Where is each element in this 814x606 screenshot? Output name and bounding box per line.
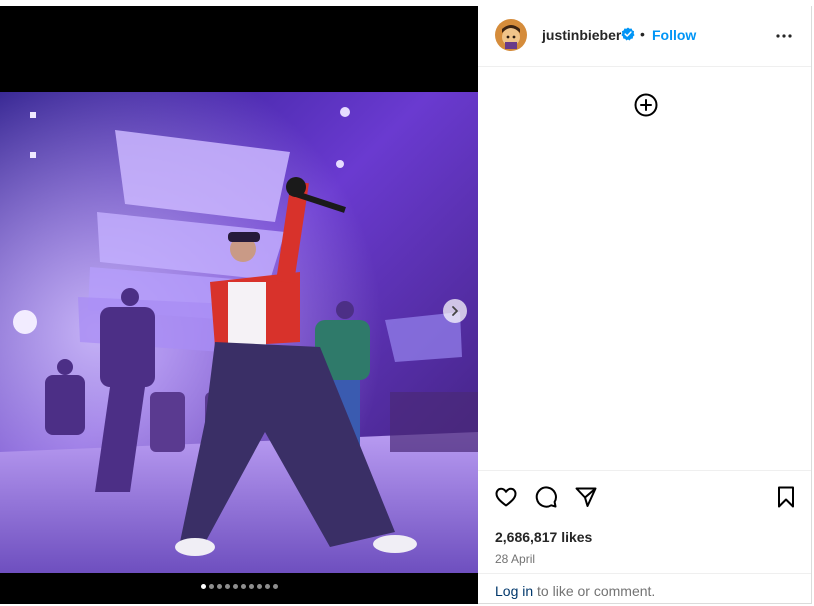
username[interactable]: justinbieber bbox=[542, 27, 621, 43]
likes-suffix: likes bbox=[561, 529, 593, 545]
post-media bbox=[0, 6, 478, 604]
carousel-dot bbox=[200, 584, 206, 589]
carousel-dot bbox=[232, 584, 238, 589]
next-slide-button[interactable] bbox=[443, 299, 467, 323]
likes-number: 2,686,817 bbox=[495, 529, 558, 545]
comment-icon[interactable] bbox=[534, 485, 558, 509]
post-header: justinbieber • Follow bbox=[478, 6, 811, 67]
paper-plane-icon[interactable] bbox=[574, 485, 598, 509]
post-date[interactable]: 28 April bbox=[495, 552, 535, 566]
post-photo bbox=[0, 92, 478, 573]
chevron-right-icon bbox=[452, 306, 458, 316]
login-prompt: Log in to like or comment. bbox=[478, 573, 811, 604]
carousel-dot bbox=[264, 584, 270, 589]
likes-count[interactable]: 2,686,817 likes bbox=[495, 529, 592, 545]
carousel-dot bbox=[224, 584, 230, 589]
carousel-dot bbox=[256, 584, 262, 589]
carousel-dot bbox=[272, 584, 278, 589]
carousel-dot bbox=[208, 584, 214, 589]
carousel-dot bbox=[248, 584, 254, 589]
carousel-dot bbox=[216, 584, 222, 589]
post-details-panel: justinbieber • Follow 2,686,817 likes 28… bbox=[478, 6, 812, 604]
follow-button[interactable]: Follow bbox=[652, 27, 696, 43]
carousel-indicator bbox=[0, 584, 478, 589]
more-options-icon[interactable] bbox=[775, 33, 793, 39]
verified-badge-icon bbox=[621, 27, 635, 41]
bookmark-icon[interactable] bbox=[774, 485, 798, 509]
add-circle-icon[interactable] bbox=[634, 93, 658, 117]
separator-dot: • bbox=[640, 26, 645, 42]
comments-area bbox=[478, 67, 811, 470]
login-link[interactable]: Log in bbox=[495, 583, 533, 599]
carousel-dot bbox=[240, 584, 246, 589]
login-prompt-text: to like or comment. bbox=[537, 583, 656, 599]
heart-icon[interactable] bbox=[494, 485, 518, 509]
avatar[interactable] bbox=[495, 19, 527, 51]
